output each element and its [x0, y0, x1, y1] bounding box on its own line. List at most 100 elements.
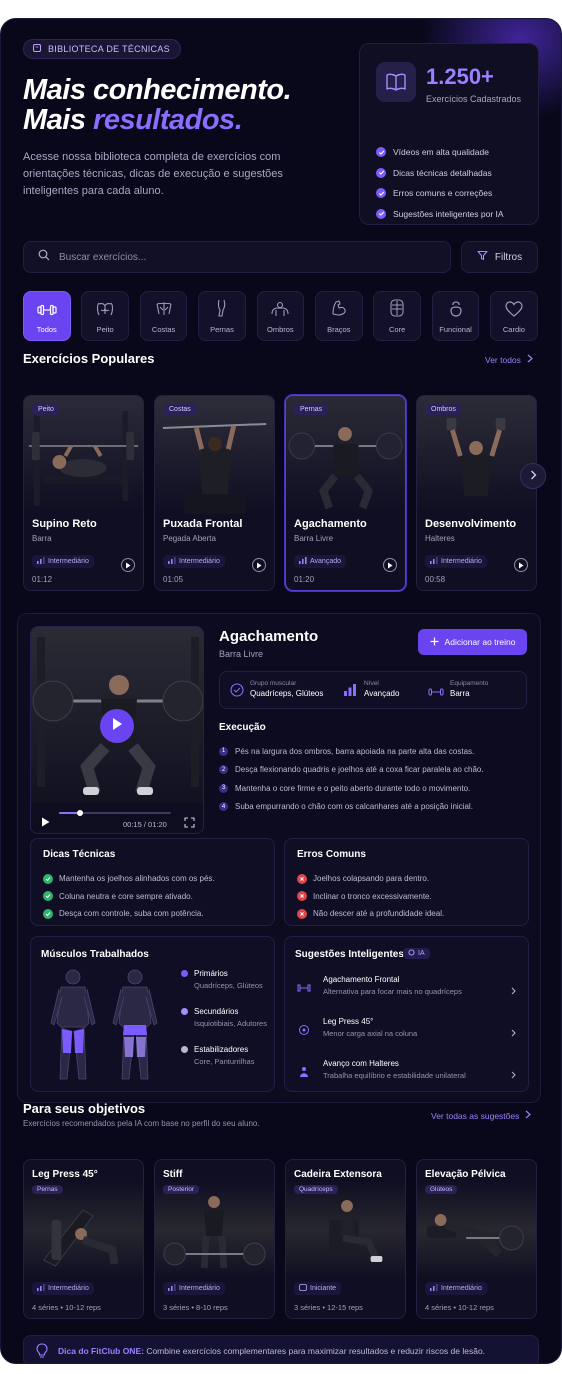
exercise-card-selected[interactable]: Pernas Agachamento Barra Livre Avançado …	[285, 395, 406, 591]
meta-item: Grupo muscular Quadríceps, Glúteos	[250, 680, 324, 698]
video-play-button[interactable]	[100, 709, 134, 743]
exercise-name: Agachamento	[294, 518, 367, 530]
category-costas[interactable]: Costas	[139, 291, 188, 341]
category-ombros[interactable]: Ombros	[256, 291, 305, 341]
muscle-tag: Ombros	[425, 404, 462, 415]
level-badge: Intermediário	[425, 1282, 487, 1295]
level-badge: Iniciante	[294, 1282, 342, 1295]
exercise-detail-panel: 00:15 / 01:20 Agachamento Barra Livre Ad…	[17, 613, 541, 1103]
abs-icon	[389, 299, 405, 319]
fullscreen-icon[interactable]	[184, 815, 195, 833]
category-cardio[interactable]: Cardio	[490, 291, 538, 341]
exercise-card[interactable]: Ombros Desenvolvimento Halteres Intermed…	[416, 395, 537, 591]
meta-item: Nível Avançado	[364, 680, 400, 698]
barbell-icon	[428, 684, 444, 702]
person-icon	[297, 1065, 311, 1083]
filter-icon	[477, 250, 488, 264]
exercise-photo	[24, 1180, 143, 1280]
level-bars-icon	[37, 1284, 45, 1293]
legend-item: Primários Quadríceps, Glúteos	[181, 969, 267, 1007]
category-todos[interactable]: Todos	[23, 291, 71, 341]
check-circle-icon	[43, 908, 53, 919]
play-icon[interactable]	[514, 558, 528, 572]
see-all-link[interactable]: Ver todos	[485, 354, 533, 365]
check-icon	[376, 147, 386, 158]
feature-item: Dicas técnicas detalhadas	[376, 163, 504, 184]
play-icon[interactable]	[41, 814, 50, 832]
level-bars-icon	[430, 557, 438, 566]
book-icon	[32, 43, 42, 55]
suggestion-item[interactable]: Avanço com Halteres Trabalha equilíbrio …	[293, 1055, 522, 1089]
sets-reps: 3 séries • 8-10 reps	[163, 1303, 228, 1312]
category-peito[interactable]: Peito	[81, 291, 129, 341]
category-funcional[interactable]: Funcional	[431, 291, 480, 341]
level-bars-icon	[299, 557, 307, 566]
hero-title-line1: Mais conhecimento.	[23, 74, 292, 106]
exercise-equipment: Barra Livre	[294, 534, 334, 543]
goal-exercise-name: Elevação Pélvica	[425, 1169, 506, 1180]
chevron-right-icon	[511, 982, 516, 1000]
category-bracos[interactable]: Braços	[314, 291, 363, 341]
goal-card[interactable]: Stiff Posterior Intermediário 3 séries •…	[154, 1159, 275, 1319]
tip-banner: Dica do FitClub ONE: Combine exercícios …	[23, 1335, 539, 1363]
exercise-equipment: Barra	[32, 534, 52, 543]
lightbulb-icon	[36, 1342, 48, 1360]
tips-title: Dicas Técnicas	[43, 849, 116, 860]
smart-suggestions: Sugestões Inteligentes IA Agachamento Fr…	[284, 936, 529, 1092]
step-item: 4 Suba empurrando o chão com os calcanhar…	[219, 798, 484, 817]
video-scrubber[interactable]	[77, 810, 84, 816]
popular-title: Exercícios Populares	[23, 351, 155, 366]
exercise-count: 1.250+	[426, 64, 494, 89]
level-bars-icon	[37, 557, 45, 566]
goal-card[interactable]: Leg Press 45° Pernas Intermediário 4 sér…	[23, 1159, 144, 1319]
dumbbell-icon	[297, 981, 311, 999]
search-input[interactable]	[59, 251, 419, 263]
category-pernas[interactable]: Pernas	[198, 291, 246, 341]
filters-button[interactable]: Filtros	[461, 241, 538, 273]
level-bars-icon	[430, 1284, 438, 1293]
muscle-tag: Pernas	[294, 404, 329, 415]
muscles-title: Músculos Trabalhados	[41, 949, 149, 960]
see-all-suggestions-link[interactable]: Ver todas as sugestões	[431, 1110, 532, 1121]
search-bar[interactable]	[23, 241, 451, 273]
exercise-card[interactable]: Peito Supino Reto Barra Intermediário 01…	[23, 395, 144, 591]
suggestion-item[interactable]: Agachamento Frontal Alternativa para foc…	[293, 971, 522, 1005]
sets-reps: 3 séries • 12-15 reps	[294, 1303, 363, 1312]
chest-icon	[95, 301, 115, 319]
hero-title: Mais conhecimento. Mais resultados.	[23, 74, 292, 136]
legend-dot	[181, 1046, 188, 1053]
add-to-workout-button[interactable]: Adicionar ao treino	[418, 629, 527, 655]
hero-description: Acesse nossa biblioteca completa de exer…	[23, 151, 283, 197]
legend-dot	[181, 1008, 188, 1015]
muscles-worked: Músculos Trabalhados Primários Quadríceps…	[30, 936, 275, 1092]
check-circle-icon	[43, 891, 53, 902]
exercise-card[interactable]: Costas Puxada Frontal Pegada Aberta Inte…	[154, 395, 275, 591]
technical-tips: Dicas Técnicas Mantenha os joelhos alinh…	[30, 838, 275, 926]
suggestion-item[interactable]: Leg Press 45° Menor carga axial na colun…	[293, 1013, 522, 1047]
play-icon[interactable]	[252, 558, 266, 572]
carousel-next-button[interactable]	[520, 463, 546, 489]
category-core[interactable]: Core	[373, 291, 421, 341]
level-bars-icon	[168, 557, 176, 566]
leg-press-icon	[297, 1023, 311, 1041]
muscle-tag: Posterior	[163, 1185, 200, 1194]
kettlebell-icon	[448, 299, 464, 319]
exercise-equipment: Pegada Aberta	[163, 534, 216, 543]
chevron-right-icon	[530, 467, 537, 485]
back-icon	[154, 301, 174, 319]
common-errors: Erros Comuns Joelhos colapsando para den…	[284, 838, 529, 926]
video-player[interactable]: 00:15 / 01:20	[30, 626, 204, 834]
legend-item: Estabilizadores Core, Panturrilhas	[181, 1045, 267, 1083]
play-icon[interactable]	[121, 558, 135, 572]
level-badge: Avançado	[294, 555, 347, 568]
hero-title-line2: Mais resultados.	[23, 104, 243, 136]
video-progress-track[interactable]	[59, 810, 171, 816]
error-item: Inclinar o tronco excessivamente.	[297, 888, 516, 906]
goal-card[interactable]: Elevação Pélvica Glúteos Intermediário 4…	[416, 1159, 537, 1319]
play-icon[interactable]	[383, 558, 397, 572]
level-badge: Intermediário	[163, 555, 225, 568]
exercise-name: Supino Reto	[32, 518, 97, 530]
goal-card[interactable]: Cadeira Extensora Quadríceps Iniciante 3…	[285, 1159, 406, 1319]
shoulder-icon	[270, 301, 290, 319]
search-icon	[38, 248, 50, 266]
